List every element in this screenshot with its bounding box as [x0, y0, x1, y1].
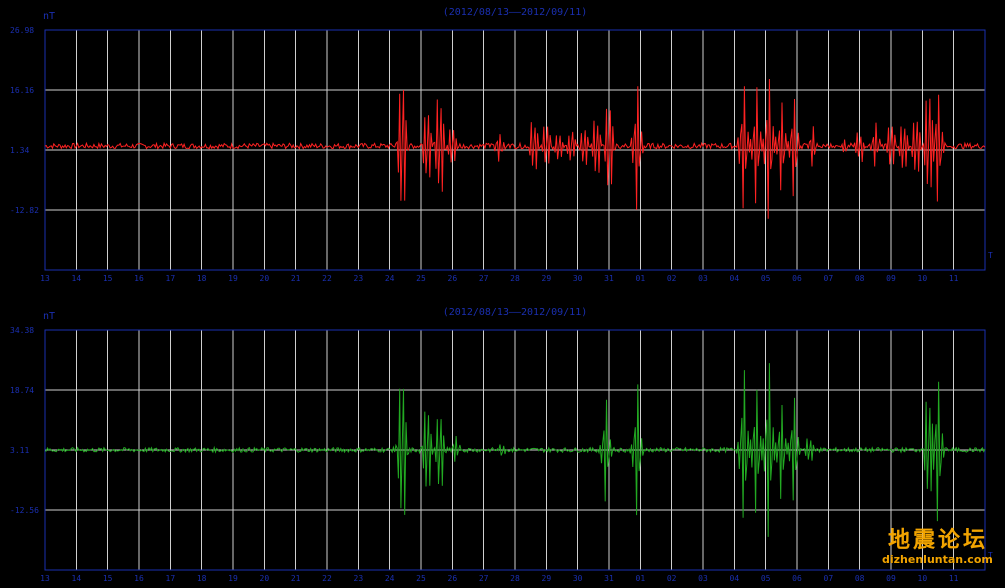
x-tick-label: 06 [792, 574, 802, 583]
chart-panel-magnetic-green: (2012/08/13——2012/09/11) nT 34.38 18.74 3.11… [10, 307, 993, 583]
y-tick-label: 3.11 [10, 446, 29, 455]
x-tick-label: 07 [824, 274, 834, 283]
x-tick-label: 21 [291, 574, 301, 583]
x-tick-label: 28 [510, 574, 520, 583]
x-tick-label: 08 [855, 274, 865, 283]
x-tick-label: 22 [322, 574, 332, 583]
x-tick-label: 10 [918, 574, 928, 583]
x-tick-label: 11 [949, 274, 959, 283]
x-tick-label: 19 [228, 574, 238, 583]
x-tick-label: 06 [792, 274, 802, 283]
x-tick-label: 05 [761, 274, 771, 283]
y-tick-label: 1.34 [10, 146, 29, 155]
x-tick-label: 08 [855, 574, 865, 583]
x-tick-label: 14 [72, 574, 82, 583]
x-tick-label: 27 [479, 574, 489, 583]
y-tick-label: 34.38 [10, 326, 34, 335]
x-tick-label: 28 [510, 274, 520, 283]
chart-title: (2012/08/13——2012/09/11) [443, 307, 588, 318]
x-tick-label: 15 [103, 274, 113, 283]
y-unit-label: nT [43, 311, 55, 322]
x-tick-label: 09 [886, 574, 896, 583]
x-tick-label: 10 [918, 274, 928, 283]
y-tick-label: 26.98 [10, 26, 34, 35]
y-tick-label: 16.16 [10, 86, 34, 95]
x-tick-label: 04 [730, 574, 740, 583]
x-tick-label: 24 [385, 574, 395, 583]
x-tick-label: 25 [416, 274, 426, 283]
x-tick-label: 16 [134, 274, 144, 283]
x-tick-label: 23 [354, 274, 364, 283]
y-tick-label: -12.82 [10, 206, 39, 215]
x-axis-end-label: T [988, 251, 993, 260]
x-tick-label: 23 [354, 574, 364, 583]
x-tick-label: 22 [322, 274, 332, 283]
chart-stage: (2012/08/13——2012/09/11) nT 26.98 16.16 1.34… [10, 7, 993, 583]
x-tick-label: 18 [197, 574, 207, 583]
x-tick-label: 14 [72, 274, 82, 283]
y-tick-label: -12.56 [10, 506, 39, 515]
x-tick-label: 25 [416, 574, 426, 583]
x-tick-label: 29 [542, 274, 552, 283]
watermark-chinese: 地震论坛 [888, 527, 989, 553]
x-tick-label: 30 [573, 574, 583, 583]
x-tick-label: 04 [730, 274, 740, 283]
x-tick-label: 02 [667, 274, 677, 283]
x-tick-label: 26 [448, 274, 458, 283]
x-tick-label: 16 [134, 574, 144, 583]
x-tick-label: 31 [604, 574, 614, 583]
y-tick-label: 18.74 [10, 386, 34, 395]
x-tick-label: 11 [949, 574, 959, 583]
x-tick-label: 31 [604, 274, 614, 283]
x-tick-label: 01 [636, 574, 646, 583]
x-tick-label: 03 [698, 274, 708, 283]
x-tick-label: 19 [228, 274, 238, 283]
x-tick-label: 20 [260, 274, 270, 283]
x-tick-label: 20 [260, 574, 270, 583]
chart-panel-magnetic-red: (2012/08/13——2012/09/11) nT 26.98 16.16 1.34… [10, 7, 993, 283]
x-tick-label: 30 [573, 274, 583, 283]
x-tick-label: 07 [824, 574, 834, 583]
x-tick-label: 01 [636, 274, 646, 283]
x-tick-label: 17 [166, 574, 176, 583]
x-tick-label: 18 [197, 274, 207, 283]
x-tick-label: 21 [291, 274, 301, 283]
x-tick-label: 13 [40, 274, 50, 283]
chart-title: (2012/08/13——2012/09/11) [443, 7, 588, 18]
x-tick-label: 15 [103, 574, 113, 583]
x-tick-label: 26 [448, 574, 458, 583]
watermark-site: dizhenluntan.com [882, 553, 993, 566]
x-tick-label: 24 [385, 274, 395, 283]
x-tick-label: 02 [667, 574, 677, 583]
x-tick-label: 05 [761, 574, 771, 583]
x-tick-label: 03 [698, 574, 708, 583]
x-tick-label: 17 [166, 274, 176, 283]
x-tick-label: 09 [886, 274, 896, 283]
y-unit-label: nT [43, 11, 55, 22]
x-tick-label: 29 [542, 574, 552, 583]
x-tick-label: 27 [479, 274, 489, 283]
x-tick-label: 13 [40, 574, 50, 583]
